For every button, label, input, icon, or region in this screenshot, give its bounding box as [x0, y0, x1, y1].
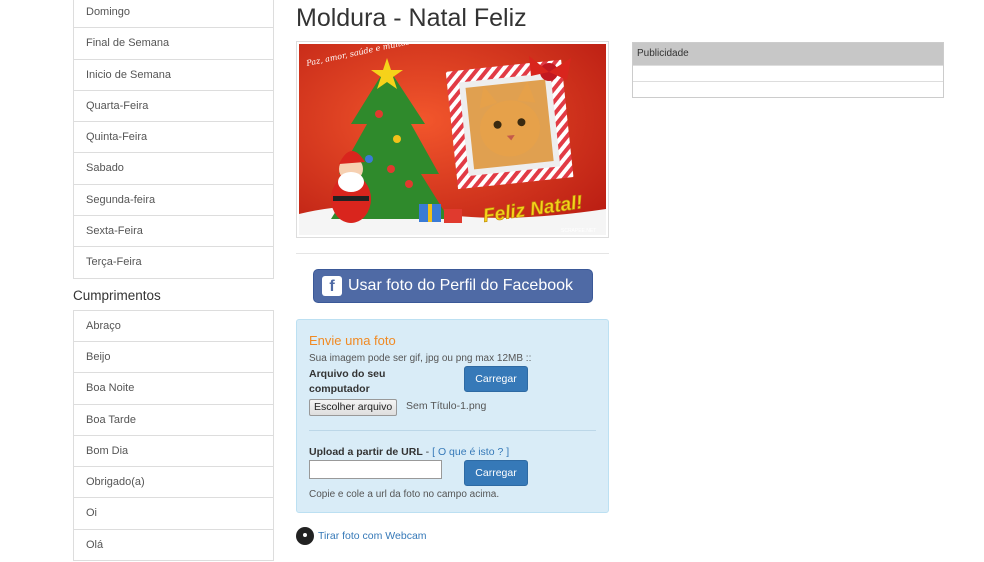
sidebar-item-abraco[interactable]: Abraço — [73, 310, 274, 342]
sidebar-item-inicio-de-semana[interactable]: Inicio de Semana — [73, 59, 274, 91]
sidebar-item-boa-noite[interactable]: Boa Noite — [73, 373, 274, 405]
sidebar-item-sexta-feira[interactable]: Sexta-Feira — [73, 216, 274, 248]
webcam-icon — [296, 527, 314, 545]
webcam-label: Tirar foto com Webcam — [318, 530, 427, 542]
url-upload-title: Upload a partir de URL — [309, 446, 423, 458]
facebook-icon: f — [322, 276, 342, 296]
upload-file-button[interactable]: Carregar — [464, 366, 528, 392]
webcam-link[interactable]: Tirar foto com Webcam — [296, 527, 427, 545]
sidebar-item-quarta-feira[interactable]: Quarta-Feira — [73, 90, 274, 123]
sidebar: Domingo Final de Semana Inicio de Semana… — [73, 0, 274, 562]
upload-url-button[interactable]: Carregar — [464, 460, 528, 486]
ads-row — [633, 81, 943, 97]
sidebar-item-terca-feira[interactable]: Terça-Feira — [73, 247, 274, 279]
sidebar-item-oi[interactable]: Oi — [73, 498, 274, 530]
page-title: Moldura - Natal Feliz — [296, 4, 527, 32]
sidebar-item-final-de-semana[interactable]: Final de Semana — [73, 28, 274, 60]
url-input[interactable] — [309, 460, 442, 479]
section-title-cumprimentos: Cumprimentos — [73, 287, 161, 303]
frame-preview: Paz, amor, saúde e muitas alegrias — [296, 41, 609, 238]
sidebar-item-boa-tarde[interactable]: Boa Tarde — [73, 404, 274, 436]
ads-box: Publicidade — [632, 42, 944, 98]
sidebar-item-domingo[interactable]: Domingo — [73, 0, 274, 29]
upload-panel: Envie uma foto Sua imagem pode ser gif, … — [296, 319, 609, 513]
panel-divider — [309, 430, 596, 431]
sidebar-item-quinta-feira[interactable]: Quinta-Feira — [73, 122, 274, 154]
facebook-button-label: Usar foto do Perfil do Facebook — [348, 277, 574, 294]
christmas-frame-illustration: Paz, amor, saúde e muitas alegrias — [299, 44, 606, 235]
sidebar-item-bom-dia[interactable]: Bom Dia — [73, 435, 274, 468]
sidebar-item-ola[interactable]: Olá — [73, 529, 274, 562]
url-hint: Copie e cole a url da foto no campo acim… — [309, 489, 500, 500]
frame-watermark: SCRAPEE.NET — [561, 228, 596, 234]
selected-file-name: Sem Título-1.png — [406, 400, 487, 412]
facebook-profile-photo-button[interactable]: f Usar foto do Perfil do Facebook — [313, 269, 593, 303]
file-upload-label: Arquivo do seu computador — [309, 368, 386, 395]
url-separator: - — [422, 446, 433, 458]
ads-header: Publicidade — [633, 43, 943, 65]
days-list: Domingo Final de Semana Inicio de Semana… — [73, 0, 274, 279]
sidebar-item-sabado[interactable]: Sabado — [73, 153, 274, 185]
url-help-link[interactable]: [ O que é isto ? ] — [432, 446, 509, 458]
divider — [296, 253, 609, 254]
sidebar-item-obrigado[interactable]: Obrigado(a) — [73, 467, 274, 499]
choose-file-button[interactable]: Escolher arquivo — [309, 399, 398, 416]
upload-title: Envie uma foto — [309, 333, 396, 348]
url-upload-label: Upload a partir de URL - [ O que é isto … — [309, 446, 509, 458]
upload-hint: Sua imagem pode ser gif, jpg ou png max … — [309, 353, 532, 364]
greetings-list: Abraço Beijo Boa Noite Boa Tarde Bom Dia… — [73, 309, 274, 562]
christmas-frame-image: Paz, amor, saúde e muitas alegrias — [299, 44, 606, 235]
ads-row — [633, 65, 943, 81]
sidebar-item-beijo[interactable]: Beijo — [73, 341, 274, 374]
sidebar-item-segunda-feira[interactable]: Segunda-feira — [73, 184, 274, 217]
